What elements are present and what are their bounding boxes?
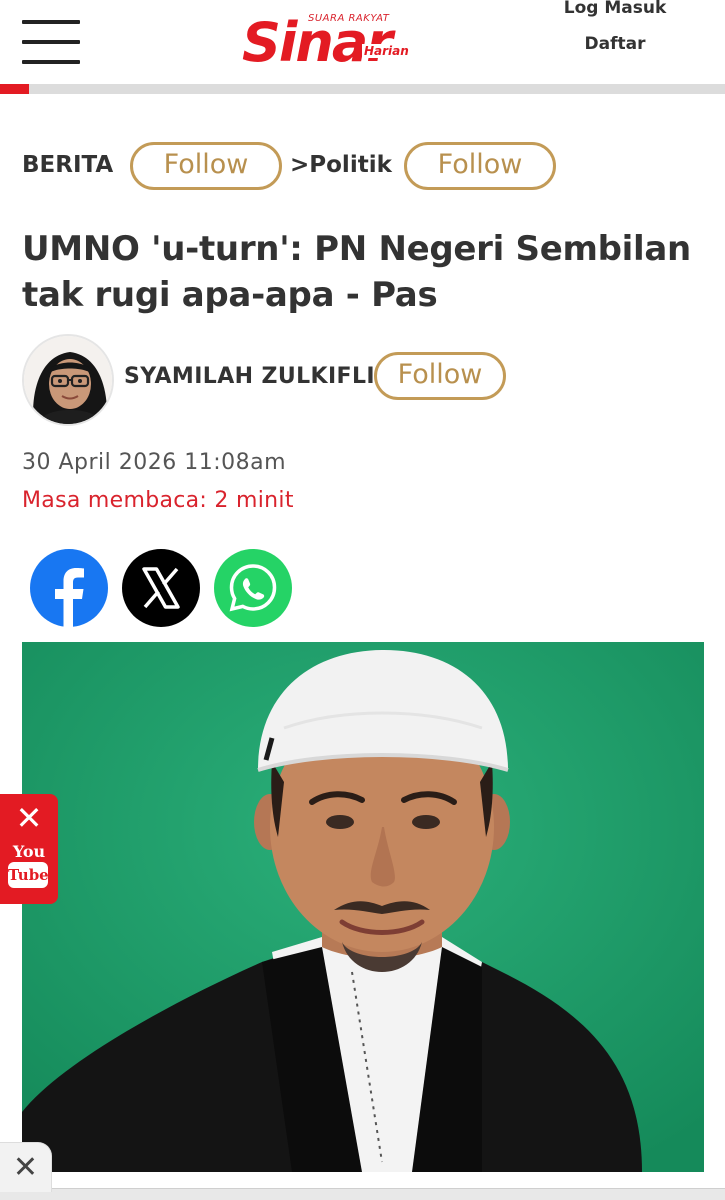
breadcrumb-subsection[interactable]: >Politik xyxy=(290,152,392,178)
reading-progress-bar xyxy=(0,84,725,94)
youtube-label-you: You xyxy=(12,842,46,861)
share-bar xyxy=(30,549,300,629)
youtube-close-icon[interactable]: ✕ xyxy=(10,800,48,836)
site-header: SUARA RAKYAT Sinar Harian Log Masuk Daft… xyxy=(0,0,725,82)
login-link[interactable]: Log Masuk xyxy=(555,0,675,18)
site-logo[interactable]: SUARA RAKYAT Sinar Harian xyxy=(240,10,411,74)
bottom-ad-bar xyxy=(0,1188,725,1200)
article-photo xyxy=(22,642,704,1172)
breadcrumb: BERITA Follow >Politik Follow xyxy=(22,142,712,190)
follow-author-button[interactable]: Follow xyxy=(374,352,506,400)
x-icon[interactable] xyxy=(122,549,200,627)
reading-progress-fill xyxy=(0,84,29,94)
youtube-floating-widget[interactable]: ✕ You Tube xyxy=(0,794,58,904)
facebook-icon[interactable] xyxy=(30,549,108,627)
register-link[interactable]: Daftar xyxy=(555,34,675,54)
youtube-label-tube: Tube xyxy=(8,862,49,888)
whatsapp-icon[interactable] xyxy=(214,549,292,627)
publish-date: 30 April 2026 11:08am xyxy=(22,450,287,475)
reading-time: Masa membaca: 2 minit xyxy=(22,488,294,513)
breadcrumb-section[interactable]: BERITA xyxy=(22,152,113,178)
close-icon[interactable]: ✕ xyxy=(0,1142,52,1192)
author-avatar[interactable] xyxy=(22,334,114,426)
menu-icon[interactable] xyxy=(22,18,80,66)
follow-section-button[interactable]: Follow xyxy=(130,142,282,190)
logo-brand: Sinar xyxy=(242,11,393,74)
article-headline: UMNO 'u-turn': PN Negeri Sembilan tak ru… xyxy=(22,229,691,315)
author-name[interactable]: SYAMILAH ZULKIFLI xyxy=(124,364,375,389)
follow-subsection-button[interactable]: Follow xyxy=(404,142,556,190)
logo-sub: Harian xyxy=(362,44,411,58)
